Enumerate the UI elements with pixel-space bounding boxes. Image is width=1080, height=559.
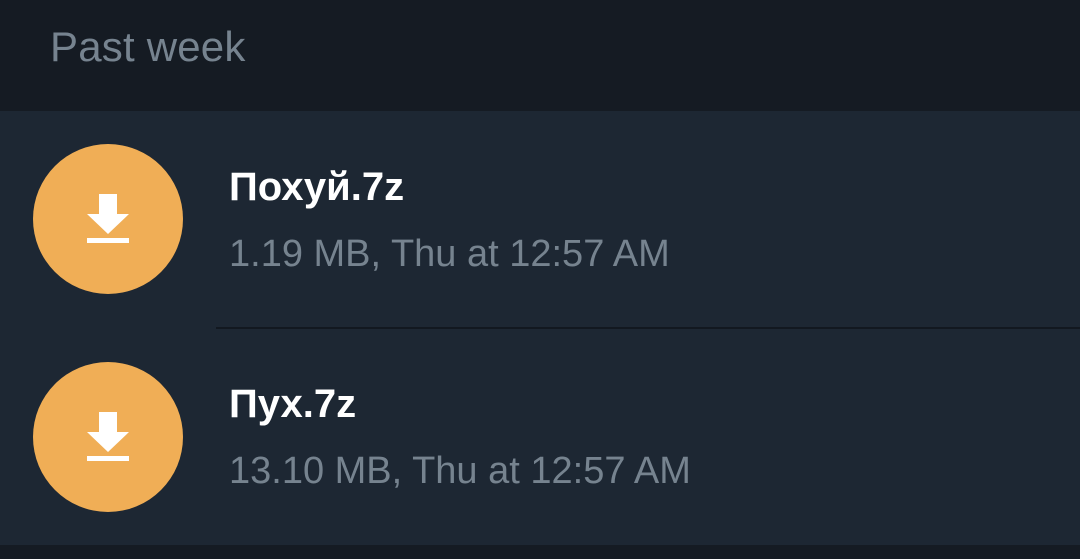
file-list: Похуй.7z 1.19 MB, Thu at 12:57 AM Пух.7z… [0,111,1080,545]
list-item[interactable]: Пух.7z 13.10 MB, Thu at 12:57 AM [0,328,1080,545]
file-name: Пух.7z [229,382,357,426]
download-icon [87,412,129,461]
bottom-bar [0,545,1080,559]
download-icon [87,194,129,243]
download-button[interactable] [33,362,183,512]
file-meta: 1.19 MB, Thu at 12:57 AM [229,233,670,275]
section-header: Past week [0,0,1080,111]
file-name: Похуй.7z [229,165,405,209]
download-button[interactable] [33,144,183,294]
file-meta: 13.10 MB, Thu at 12:57 AM [229,450,691,492]
section-title: Past week [50,23,246,70]
list-item[interactable]: Похуй.7z 1.19 MB, Thu at 12:57 AM [0,111,1080,328]
